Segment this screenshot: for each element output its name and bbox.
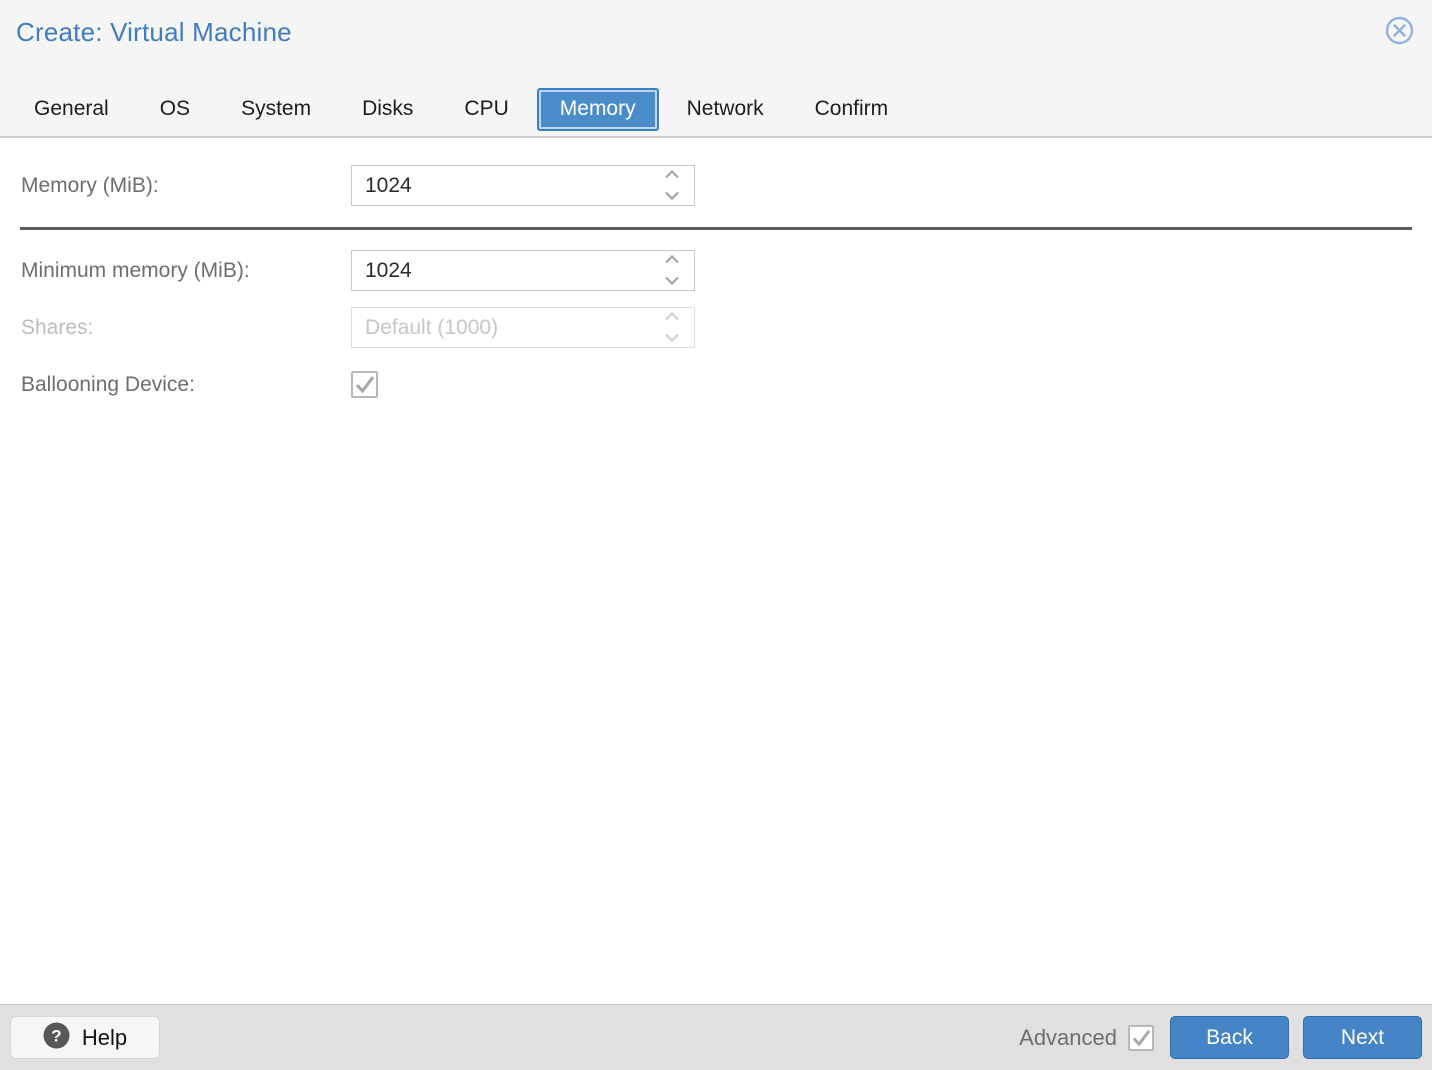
advanced-label: Advanced [1019,1024,1117,1050]
memory-spinner [351,165,695,206]
chevron-down-icon[interactable] [664,187,680,205]
shares-spinner [351,307,695,348]
memory-tab-panel: Memory (MiB): Minimum memory (MiB): [0,138,1432,1004]
advanced-checkbox[interactable] [1128,1024,1154,1051]
chevron-down-icon[interactable] [664,272,680,290]
next-button[interactable]: Next [1303,1016,1422,1059]
chevron-down-icon [664,329,680,347]
close-icon [1384,15,1415,51]
svg-text:?: ? [51,1026,61,1045]
create-vm-dialog: Create: Virtual Machine General OS System D… [0,0,1432,1070]
close-button[interactable] [1384,15,1415,51]
memory-row: Memory (MiB): [0,165,1432,206]
advanced-toggle: Advanced [1019,1024,1154,1051]
ballooning-label: Ballooning Device: [21,372,195,396]
memory-spin-buttons[interactable] [664,166,680,205]
back-button[interactable]: Back [1170,1016,1289,1059]
shares-spin-buttons [664,308,680,347]
shares-label: Shares: [21,315,94,339]
chevron-up-icon [664,308,680,326]
chevron-up-icon[interactable] [664,166,680,184]
memory-input[interactable] [352,166,642,205]
wizard-tabbar: General OS System Disks CPU Memory Network Conf… [0,82,1432,138]
question-circle-icon: ? [43,1022,70,1054]
chevron-up-icon[interactable] [664,251,680,269]
tab-disks[interactable]: Disks [362,97,413,121]
min-memory-label: Minimum memory (MiB): [21,258,250,282]
tab-network[interactable]: Network [687,97,764,121]
min-memory-spin-buttons[interactable] [664,251,680,290]
tab-general[interactable]: General [34,97,109,121]
dialog-header: Create: Virtual Machine General OS System D… [0,0,1432,138]
ballooning-row: Ballooning Device: [0,371,1432,398]
help-button[interactable]: ? Help [10,1016,160,1059]
advanced-separator [20,227,1412,230]
memory-label: Memory (MiB): [21,173,159,197]
min-memory-spinner [351,250,695,291]
shares-row: Shares: [0,307,1432,348]
page-title: Create: Virtual Machine [16,17,292,47]
titlebar: Create: Virtual Machine [0,0,1432,82]
min-memory-row: Minimum memory (MiB): [0,250,1432,291]
tab-confirm[interactable]: Confirm [815,97,889,121]
shares-input [352,308,642,347]
tab-memory[interactable]: Memory [536,87,659,131]
ballooning-checkbox[interactable] [351,371,378,398]
help-button-label: Help [81,1024,128,1050]
tab-cpu[interactable]: CPU [464,97,508,121]
tab-system[interactable]: System [241,97,311,121]
dialog-footer: ? Help Advanced Back Next [0,1004,1432,1070]
min-memory-input[interactable] [352,251,642,290]
tab-os[interactable]: OS [160,97,190,121]
